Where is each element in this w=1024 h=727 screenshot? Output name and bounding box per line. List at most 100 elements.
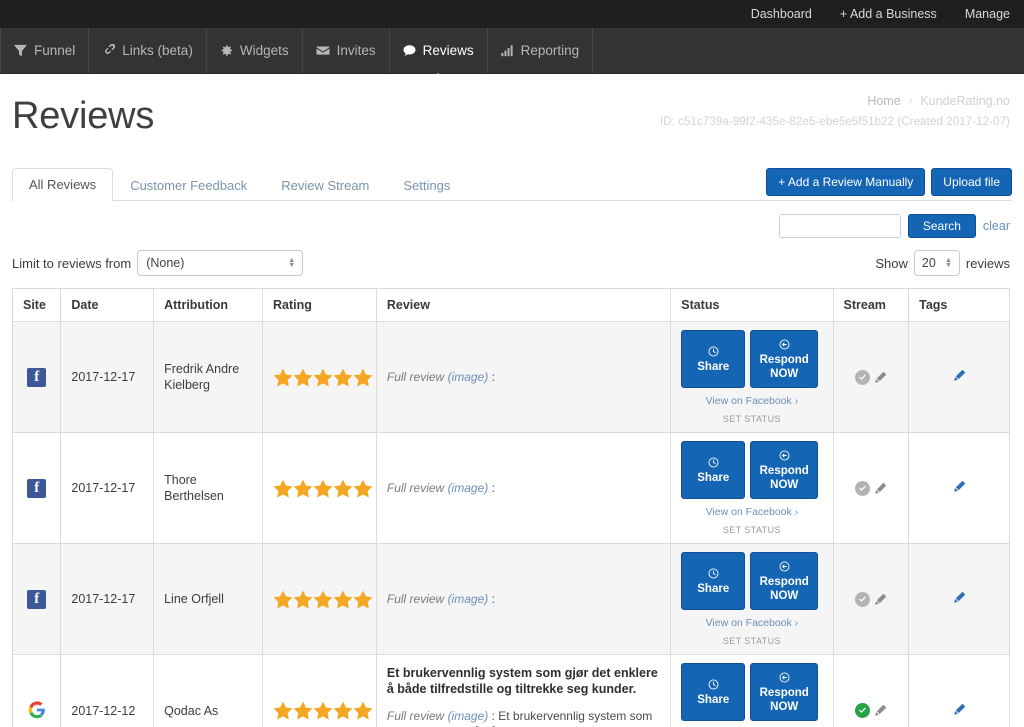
topbar-link-add-business[interactable]: + Add a Business [826, 0, 951, 28]
search-button[interactable]: Search [907, 214, 976, 238]
respond-now-button[interactable]: Respond NOW [750, 663, 819, 721]
chevron-updown-icon: ▲ ▼ [288, 257, 296, 269]
clear-search-link[interactable]: clear [983, 219, 1010, 233]
top-utility-bar: Dashboard + Add a Business Manage [0, 0, 1024, 28]
star-icon [273, 368, 293, 386]
stream-check-icon[interactable] [854, 480, 870, 496]
column-header-tags[interactable]: Tags [908, 288, 1010, 322]
gear-icon [220, 44, 233, 57]
cell-status: ShareRespondNOWView on Google ›✔ RESPOND… [670, 654, 834, 727]
edit-pencil-icon[interactable] [874, 482, 887, 495]
nav-item-funnel[interactable]: Funnel [0, 28, 90, 73]
topbar-links: Dashboard + Add a Business Manage [737, 0, 1024, 28]
table-row: f 2017-12-17 Line Orfjell Full review (imag… [11, 543, 1010, 655]
tab-actions: + Add a Review Manually Upload file [766, 168, 1012, 196]
set-status-link[interactable]: SET STATUS [681, 636, 822, 646]
tab-settings[interactable]: Settings [386, 169, 467, 202]
cell-rating [261, 543, 377, 655]
nav-item-widgets[interactable]: Widgets [207, 28, 303, 73]
tab-review-stream[interactable]: Review Stream [264, 169, 386, 202]
show-count-stepper[interactable]: 20 ▲ ▼ [913, 250, 960, 276]
share-button[interactable]: Share [681, 330, 746, 388]
nav-item-reviews[interactable]: Reviews [390, 28, 488, 82]
review-body: Full review (image) : [386, 592, 495, 606]
full-review-label[interactable]: Full review (image) [387, 709, 488, 723]
set-status-link[interactable]: SET STATUS [681, 525, 822, 535]
nav-item-links[interactable]: Links (beta) [89, 28, 207, 73]
star-icon [333, 590, 353, 608]
column-header-stream[interactable]: Stream [832, 288, 910, 322]
breadcrumb-current: KundeRating.no [920, 94, 1010, 108]
main-navigation: Funnel Links (beta) Widgets Invites Revi… [0, 28, 1024, 82]
column-header-review[interactable]: Review [375, 288, 672, 322]
column-header-attribution[interactable]: Attribution [153, 288, 263, 322]
full-review-label[interactable]: Full review (image) [387, 370, 488, 384]
topbar-link-manage[interactable]: Manage [951, 0, 1024, 28]
respond-now-button[interactable]: Respond NOW [750, 330, 819, 388]
cell-attribution: Line Orfjell [153, 543, 263, 655]
page-header: Reviews Home › KundeRating.no ID: c51c73… [0, 74, 1024, 152]
view-on-site-link[interactable]: View on Facebook › [681, 395, 822, 407]
share-button[interactable]: Share [681, 441, 746, 499]
star-icon [313, 701, 333, 720]
table-header-row: Site Date Attribution Rating Review Stat… [11, 288, 1010, 322]
add-review-manually-button[interactable]: + Add a Review Manually [766, 168, 926, 196]
star-icon [293, 590, 313, 608]
nav-label-reviews: Reviews [422, 43, 474, 58]
cell-stream [832, 543, 910, 655]
star-icon [273, 701, 293, 720]
facebook-icon[interactable]: f [27, 589, 47, 609]
edit-pencil-icon[interactable] [953, 591, 966, 604]
review-heading: Et brukervennlig system som gjør det enk… [386, 666, 658, 696]
share-button[interactable]: Share [681, 552, 746, 610]
tab-customer-feedback[interactable]: Customer Feedback [113, 169, 264, 202]
limit-source-select[interactable]: (None) ▲ ▼ [137, 250, 304, 276]
google-icon[interactable] [27, 700, 47, 720]
tabs-bar: All Reviews Customer Feedback Review Str… [12, 168, 1012, 202]
search-input[interactable] [778, 214, 901, 238]
set-status-link[interactable]: SET STATUS [681, 414, 822, 424]
full-review-label[interactable]: Full review (image) [387, 592, 488, 606]
table-row: 2017-12-12 Qodac As Et brukervennlig syste… [11, 654, 1010, 727]
column-header-site[interactable]: Site [11, 288, 62, 322]
stream-check-icon[interactable] [854, 591, 870, 607]
respond-now-button[interactable]: Respond NOW [750, 441, 819, 499]
share-clock-icon [686, 566, 740, 580]
stream-check-icon[interactable] [854, 703, 870, 718]
edit-pencil-icon[interactable] [953, 703, 966, 716]
stream-check-icon[interactable] [854, 369, 870, 385]
topbar-link-dashboard[interactable]: Dashboard [737, 0, 826, 28]
cell-attribution: Thore Berthelsen [153, 432, 263, 544]
star-icon [273, 479, 293, 497]
cell-site: f [11, 432, 62, 544]
column-header-rating[interactable]: Rating [261, 288, 377, 322]
facebook-icon[interactable]: f [27, 478, 47, 498]
table-row: f 2017-12-17 Fredrik Andre Kielberg Full re… [11, 321, 1010, 433]
star-icon [333, 479, 353, 497]
share-button[interactable]: Share [681, 663, 746, 721]
edit-pencil-icon[interactable] [953, 480, 966, 493]
star-icon [333, 368, 353, 386]
respond-now-button[interactable]: Respond NOW [750, 552, 819, 610]
edit-pencil-icon[interactable] [953, 369, 966, 382]
nav-label-invites: Invites [336, 43, 376, 58]
share-clock-icon [686, 344, 740, 358]
facebook-icon[interactable]: f [27, 367, 47, 387]
column-header-status[interactable]: Status [670, 288, 834, 322]
full-review-label[interactable]: Full review (image) [387, 481, 488, 495]
cell-site: f [11, 543, 62, 655]
status-buttons: Share Respond NOW [681, 663, 822, 721]
breadcrumb-home[interactable]: Home [867, 94, 900, 108]
cell-date: 2017-12-12 [60, 654, 155, 727]
edit-pencil-icon[interactable] [874, 704, 887, 717]
view-on-site-link[interactable]: View on Facebook › [681, 506, 822, 518]
edit-pencil-icon[interactable] [874, 593, 887, 606]
view-on-site-link[interactable]: View on Facebook › [681, 617, 822, 629]
tab-all-reviews[interactable]: All Reviews [12, 168, 114, 202]
upload-file-button[interactable]: Upload file [931, 168, 1012, 196]
reviews-label: reviews [965, 255, 1010, 271]
edit-pencil-icon[interactable] [874, 371, 887, 384]
nav-item-invites[interactable]: Invites [303, 28, 390, 73]
nav-item-reporting[interactable]: Reporting [488, 28, 594, 73]
column-header-date[interactable]: Date [60, 288, 155, 322]
